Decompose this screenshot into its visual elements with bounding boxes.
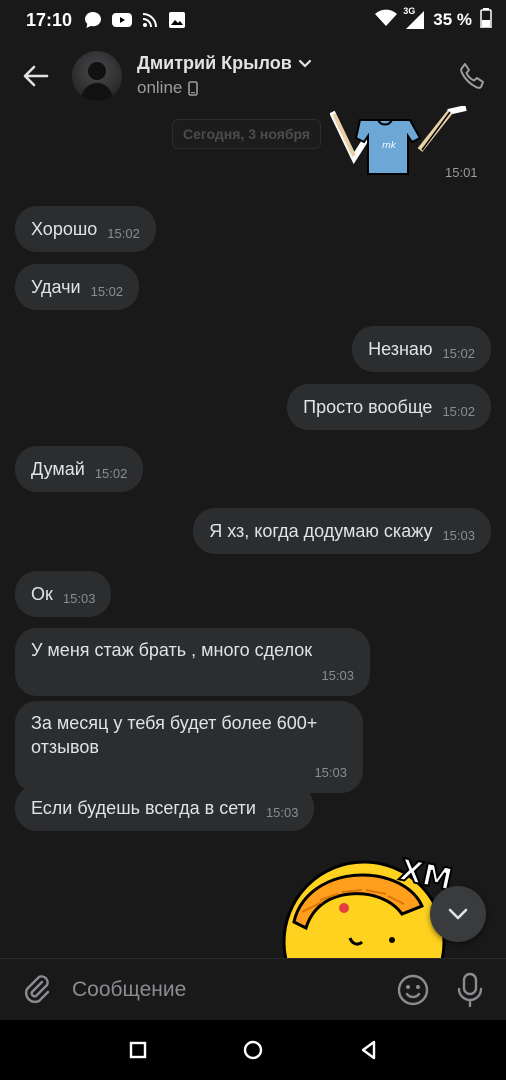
circle-icon — [243, 1040, 263, 1060]
square-icon — [129, 1041, 147, 1059]
battery-percent: 35 % — [433, 10, 472, 29]
contact-name-wrap[interactable]: Дмитрий Крылов — [137, 53, 312, 74]
message-time: 15:03 — [314, 765, 347, 780]
triangle-back-icon — [361, 1040, 376, 1060]
message-text: Удачи — [31, 277, 81, 297]
message-text: Думай — [31, 459, 85, 479]
message-bubble-in[interactable]: Удачи 15:02 — [15, 264, 140, 310]
message-input[interactable] — [72, 975, 372, 1005]
date-separator: Сегодня, 3 ноября — [172, 119, 322, 149]
message-time: 15:02 — [90, 284, 124, 299]
message-text: Ок — [31, 584, 53, 604]
message-text: Незнаю — [368, 339, 433, 359]
message-time: 15:03 — [442, 528, 475, 543]
avatar[interactable] — [72, 51, 122, 101]
home-button[interactable] — [241, 1038, 265, 1062]
message-text: Хорошо — [31, 219, 98, 239]
message-bubble-in[interactable]: За месяц у тебя будет более 600+ отзывов… — [15, 701, 363, 793]
attach-button[interactable] — [20, 973, 52, 1005]
message-bubble-out[interactable]: Незнаю 15:02 — [352, 326, 491, 372]
message-bubble-in[interactable]: Ок 15:03 — [15, 571, 112, 617]
smile-icon — [397, 974, 429, 1006]
call-button[interactable] — [456, 60, 488, 92]
back-button[interactable] — [20, 60, 52, 92]
network-label: 3G — [403, 6, 416, 16]
message-bubble-out[interactable]: Просто вообще 15:02 — [287, 384, 491, 430]
status-right: 3G 35 % — [375, 6, 492, 33]
battery-icon — [480, 7, 492, 33]
message-bubble-in[interactable]: У меня стаж брать , много сделок 15:03 — [15, 628, 370, 696]
message-text: У меня стаж брать , много сделок — [31, 640, 313, 660]
message-text: Если будешь всегда в сети — [31, 798, 256, 818]
phone-icon — [460, 63, 484, 89]
system-nav-bar — [0, 1020, 506, 1080]
message-time: 15:02 — [107, 226, 140, 241]
message-composer — [0, 958, 506, 1020]
scroll-to-bottom-button[interactable] — [430, 886, 486, 942]
sticker-top-time: 15:01 — [445, 165, 478, 180]
rss-icon — [142, 12, 158, 28]
message-time: 15:03 — [62, 591, 96, 606]
microphone-icon — [457, 972, 483, 1008]
contact-name: Дмитрий Крылов — [137, 53, 292, 73]
message-time: 15:02 — [442, 346, 475, 361]
mobile-icon — [188, 80, 199, 96]
youtube-icon — [112, 12, 133, 28]
signal-icon: 3G — [403, 6, 425, 30]
status-time: 17:10 — [26, 9, 73, 30]
nav-back-button[interactable] — [357, 1038, 381, 1062]
contact-status: online — [137, 78, 183, 97]
chevron-down-icon — [298, 59, 311, 68]
chat-header: Дмитрий Крылов online — [0, 40, 506, 112]
contact-status-wrap: online — [137, 78, 199, 98]
chat-bubble-icon — [84, 11, 102, 29]
message-bubble-in[interactable]: Думай 15:02 — [15, 446, 144, 492]
status-bar: 17:10 3G 35 % — [0, 0, 506, 40]
recents-button[interactable] — [126, 1038, 150, 1062]
message-bubble-in[interactable]: Хорошо 15:02 — [15, 206, 156, 252]
paperclip-icon — [24, 975, 50, 1004]
image-icon — [168, 11, 186, 29]
message-text: Просто вообще — [303, 397, 433, 417]
message-bubble-out[interactable]: Я хз, когда додумаю скажу 15:03 — [193, 508, 491, 554]
message-bubble-in[interactable]: Если будешь всегда в сети 15:03 — [15, 785, 315, 831]
message-text: Я хз, когда додумаю скажу — [209, 521, 433, 541]
message-text: За месяц у тебя будет более 600+ отзывов — [31, 713, 318, 757]
message-time: 15:02 — [442, 404, 475, 419]
wifi-icon — [375, 9, 398, 32]
message-time: 15:03 — [321, 668, 354, 683]
message-time: 15:03 — [265, 805, 299, 820]
svg-text:mk: mk — [382, 141, 397, 151]
message-time: 15:02 — [94, 466, 128, 481]
voice-message-button[interactable] — [455, 972, 485, 1008]
back-arrow-icon — [23, 65, 49, 87]
chevron-down-icon — [448, 908, 468, 920]
emoji-button[interactable] — [396, 973, 430, 1007]
